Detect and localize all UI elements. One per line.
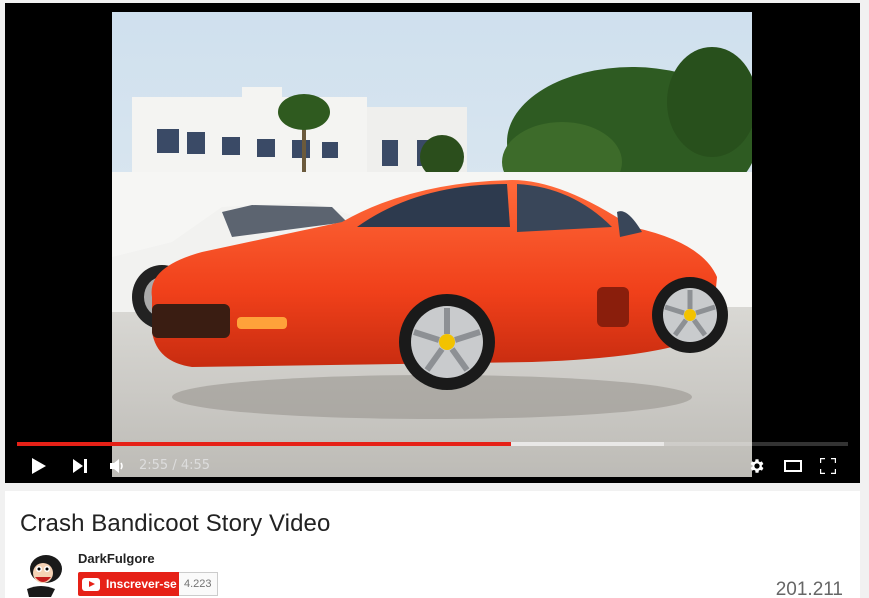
time-display: 2:55 / 4:55 [139, 458, 211, 473]
page: 2:55 / 4:55 Crash Bandicoot Story Video [0, 0, 869, 598]
video-thumbnail-image [112, 12, 752, 477]
video-info-card: Crash Bandicoot Story Video DarkFulgore … [5, 491, 860, 598]
player-controls: 2:55 / 4:55 [5, 449, 860, 483]
video-title: Crash Bandicoot Story Video [20, 510, 331, 537]
channel-avatar-image [21, 549, 69, 597]
theater-mode-button[interactable] [780, 449, 806, 483]
fullscreen-button[interactable] [815, 449, 841, 483]
video-frame[interactable] [112, 12, 752, 477]
channel-name[interactable]: DarkFulgore [78, 551, 155, 566]
play-icon [32, 458, 46, 474]
settings-button[interactable] [744, 449, 770, 483]
gear-icon [750, 459, 764, 473]
volume-icon [110, 459, 123, 473]
subscribe-label: Inscrever-se [106, 577, 177, 591]
youtube-logo-icon [82, 577, 100, 591]
video-player[interactable]: 2:55 / 4:55 [5, 3, 860, 483]
subscriber-count: 4.223 [179, 572, 218, 596]
current-time: 2:55 [139, 458, 169, 473]
volume-button[interactable] [105, 449, 131, 483]
progress-bar[interactable] [17, 442, 848, 446]
view-count: 201.211 [775, 579, 843, 598]
theater-mode-icon [784, 460, 802, 472]
play-button[interactable] [25, 449, 53, 483]
subscribe-button[interactable]: Inscrever-se [78, 572, 183, 596]
fullscreen-icon [820, 458, 836, 474]
next-icon [73, 459, 87, 473]
avatar[interactable] [21, 549, 69, 597]
next-button[interactable] [67, 449, 93, 483]
progress-played [17, 442, 511, 446]
duration: 4:55 [180, 458, 211, 473]
